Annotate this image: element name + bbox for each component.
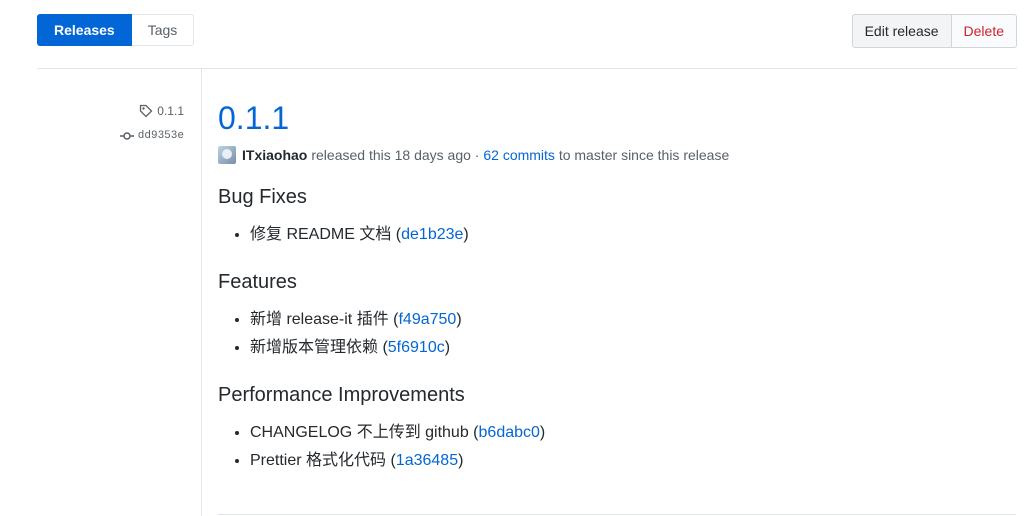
commit-link[interactable]: 5f6910c — [388, 339, 445, 356]
releases-tags-subnav: Releases Tags — [37, 14, 195, 46]
commits-link[interactable]: 62 commits — [483, 147, 555, 163]
tab-tags[interactable]: Tags — [131, 14, 195, 46]
commit-hash: dd9353e — [137, 130, 184, 142]
released-text: released this 18 days ago · — [311, 147, 480, 163]
list-item: 新增版本管理依赖 (5f6910c) — [250, 334, 998, 362]
release-body: 0.1.1 ITxiaohao released this 18 days ag… — [218, 96, 998, 475]
section-heading-bug-fixes: Bug Fixes — [218, 186, 307, 208]
timeline-line — [201, 69, 202, 516]
tag-name: 0.1.1 — [157, 104, 184, 118]
delete-button[interactable]: Delete — [951, 14, 1017, 48]
commit-icon — [119, 132, 134, 140]
release-commit[interactable]: dd9353e — [119, 130, 184, 142]
release-actions: Edit release Delete — [851, 14, 1017, 48]
release-tag[interactable]: 0.1.1 — [139, 104, 184, 118]
section-heading-performance: Performance Improvements — [218, 384, 465, 406]
list-item: 修复 README 文档 (de1b23e) — [250, 221, 998, 249]
release-bottom-divider — [218, 514, 1016, 515]
commit-link[interactable]: 1a36485 — [396, 452, 458, 469]
tag-icon — [140, 104, 153, 118]
section-heading-features: Features — [218, 271, 297, 293]
header-divider — [37, 68, 1017, 69]
bug-fixes-list: 修复 README 文档 (de1b23e) — [218, 221, 998, 249]
tab-releases[interactable]: Releases — [37, 14, 132, 46]
commit-link[interactable]: b6dabc0 — [479, 424, 540, 441]
list-item: CHANGELOG 不上传到 github (b6dabc0) — [250, 419, 998, 447]
release-title[interactable]: 0.1.1 — [218, 96, 998, 140]
commit-link[interactable]: f49a750 — [398, 311, 456, 328]
performance-list: CHANGELOG 不上传到 github (b6dabc0) Prettier… — [218, 419, 998, 475]
list-item: Prettier 格式化代码 (1a36485) — [250, 447, 998, 475]
commit-link[interactable]: de1b23e — [401, 226, 463, 243]
features-list: 新增 release-it 插件 (f49a750) 新增版本管理依赖 (5f6… — [218, 306, 998, 362]
author-link[interactable]: ITxiaohao — [242, 147, 307, 163]
since-text: to master since this release — [558, 147, 730, 163]
edit-release-button[interactable]: Edit release — [851, 14, 952, 48]
release-byline: ITxiaohao released this 18 days ago · 62… — [218, 146, 998, 164]
list-item: 新增 release-it 插件 (f49a750) — [250, 306, 998, 334]
avatar[interactable] — [218, 146, 236, 164]
